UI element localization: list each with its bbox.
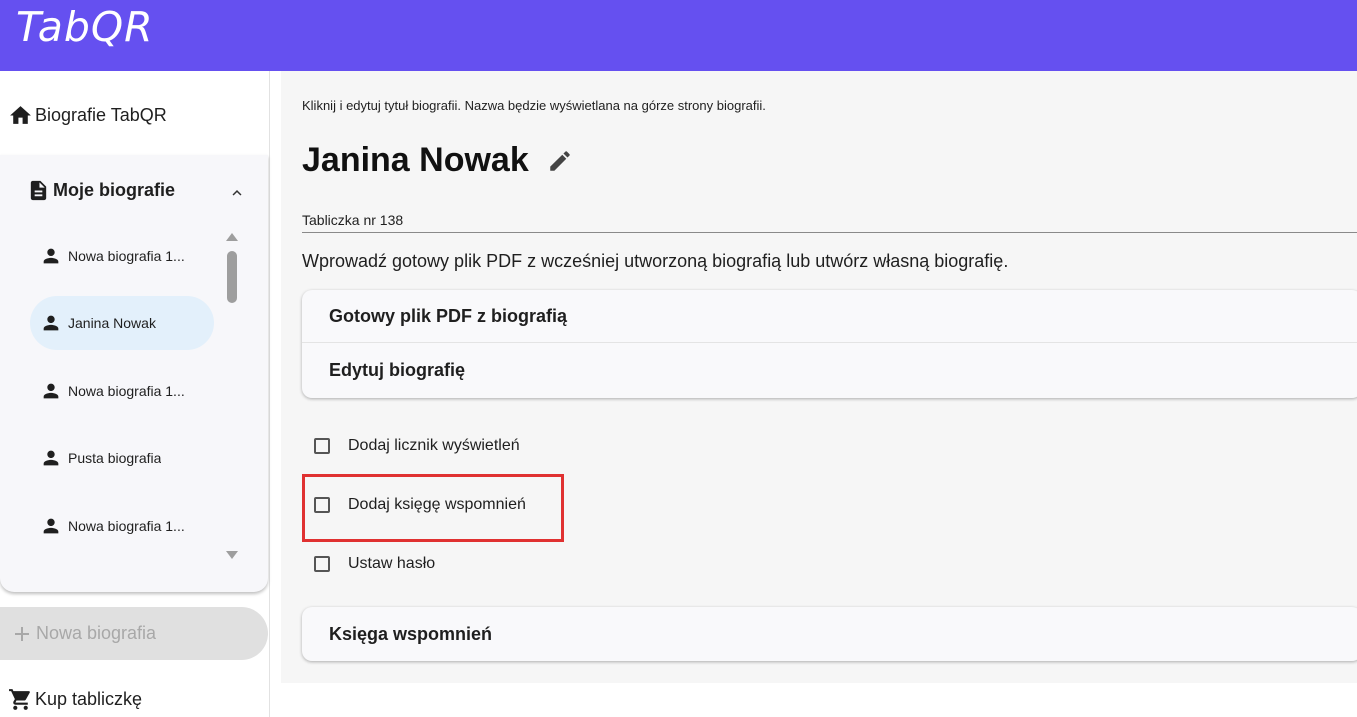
bio-item-label: Nowa biografia 1... <box>68 383 185 399</box>
sidebar-bio-item[interactable]: Nowa biografia 1... <box>30 229 214 283</box>
bio-item-label: Janina Nowak <box>68 315 156 331</box>
new-bio-label: Nowa biografia <box>36 623 157 643</box>
bio-title-text[interactable]: Janina Nowak <box>302 141 529 180</box>
sidebar-bio-item[interactable]: Nowa biografia 1... <box>30 499 214 553</box>
edit-pencil-icon[interactable] <box>547 148 573 174</box>
top-app-bar: TabQR <box>0 0 1357 71</box>
instruction-text: Wprowadź gotowy plik PDF z wcześniej utw… <box>302 251 1009 271</box>
nav-home-link[interactable]: Biografie TabQR <box>8 103 167 127</box>
view-counter-label: Dodaj licznik wyświetleń <box>348 437 520 454</box>
accordion-guestbook[interactable]: Księga wspomnień <box>302 607 1357 661</box>
person-icon <box>43 248 59 264</box>
chevron-up-icon[interactable] <box>228 184 246 202</box>
title-hint: Kliknij i edytuj tytuł biografii. Nazwa … <box>302 98 766 113</box>
option-view-counter[interactable]: Dodaj licznik wyświetleń <box>314 437 520 455</box>
my-bios-header[interactable]: Moje biografie <box>27 179 175 202</box>
option-password[interactable]: Ustaw hasło <box>314 555 435 573</box>
accordion-edit-bio[interactable]: Edytuj biografię <box>302 344 1357 397</box>
person-icon <box>43 383 59 399</box>
sidebar: Biografie TabQR Moje biografie Nowa biog… <box>0 71 270 717</box>
content-accordion: Gotowy plik PDF z biografią Edytuj biogr… <box>302 290 1357 398</box>
new-bio-button[interactable]: Nowa biografia <box>0 607 268 660</box>
sidebar-bio-item-selected[interactable]: Janina Nowak <box>30 296 214 350</box>
main-content: Kliknij i edytuj tytuł biografii. Nazwa … <box>281 71 1357 683</box>
scrollbar-thumb[interactable] <box>227 251 237 303</box>
sidebar-bio-item[interactable]: Nowa biografia 1... <box>30 364 214 418</box>
person-icon <box>43 315 59 331</box>
sidebar-bio-item[interactable]: Pusta biografia <box>30 431 214 485</box>
accordion-pdf[interactable]: Gotowy plik PDF z biografią <box>302 290 1357 343</box>
nav-buy-link[interactable]: Kup tabliczkę <box>8 687 142 712</box>
scroll-up-arrow-icon[interactable] <box>226 233 238 241</box>
my-bios-title: Moje biografie <box>53 180 176 200</box>
view-counter-checkbox[interactable] <box>314 438 330 454</box>
plus-icon <box>15 626 29 641</box>
bio-item-label: Nowa biografia 1... <box>68 248 185 264</box>
nav-buy-label: Kup tabliczkę <box>35 689 143 709</box>
person-icon <box>43 518 59 534</box>
bio-list-scrollbar[interactable] <box>222 229 242 569</box>
nav-home-label: Biografie TabQR <box>35 104 167 125</box>
cart-icon <box>9 689 30 710</box>
password-label: Ustaw hasło <box>348 555 436 572</box>
brand-logo[interactable]: TabQR <box>16 3 154 51</box>
highlight-annotation <box>302 474 564 542</box>
bio-item-label: Pusta biografia <box>68 450 162 466</box>
plate-number-field[interactable]: Tabliczka nr 138 <box>302 212 1357 233</box>
password-checkbox[interactable] <box>314 556 330 572</box>
bio-item-label: Nowa biografia 1... <box>68 518 185 534</box>
person-icon <box>43 450 59 466</box>
bio-title[interactable]: Janina Nowak <box>302 141 573 180</box>
home-icon <box>10 105 31 124</box>
document-icon <box>30 180 47 201</box>
scroll-down-arrow-icon[interactable] <box>226 551 238 559</box>
